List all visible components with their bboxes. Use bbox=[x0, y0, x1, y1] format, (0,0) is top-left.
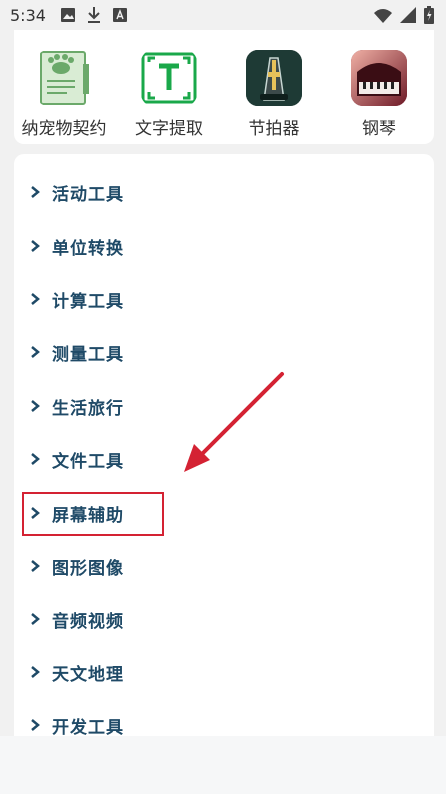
category-item-astronomy-geography[interactable]: 天文地理 bbox=[14, 652, 434, 692]
image-icon bbox=[60, 7, 76, 23]
chevron-right-icon bbox=[28, 559, 42, 573]
download-icon bbox=[86, 7, 102, 23]
category-item-calculation-tools[interactable]: 计算工具 bbox=[14, 279, 434, 319]
a-badge-icon bbox=[112, 7, 128, 23]
status-bar: 5:34 bbox=[0, 0, 446, 30]
chevron-right-icon bbox=[28, 718, 42, 732]
metronome-icon bbox=[246, 50, 302, 106]
app-label: 钢琴 bbox=[362, 119, 396, 139]
bottom-area bbox=[0, 736, 446, 794]
category-item-measurement-tools[interactable]: 测量工具 bbox=[14, 332, 434, 372]
category-label: 图形图像 bbox=[52, 558, 124, 579]
category-label: 测量工具 bbox=[52, 344, 124, 365]
category-label: 生活旅行 bbox=[52, 398, 124, 419]
wifi-icon bbox=[374, 8, 392, 27]
signal-icon bbox=[400, 7, 416, 27]
category-label: 计算工具 bbox=[52, 291, 124, 312]
category-label: 活动工具 bbox=[52, 184, 124, 205]
category-item-file-tools[interactable]: 文件工具 bbox=[14, 439, 434, 479]
piano-icon bbox=[351, 50, 407, 106]
status-time: 5:34 bbox=[10, 5, 46, 25]
chevron-right-icon bbox=[28, 452, 42, 466]
chevron-right-icon bbox=[28, 292, 42, 306]
category-item-unit-conversion[interactable]: 单位转换 bbox=[14, 226, 434, 266]
category-label: 单位转换 bbox=[52, 238, 124, 259]
category-item-life-travel[interactable]: 生活旅行 bbox=[14, 386, 434, 426]
chevron-right-icon bbox=[28, 665, 42, 679]
chevron-right-icon bbox=[28, 185, 42, 199]
app-text-extract[interactable]: 文字提取 bbox=[119, 50, 219, 139]
pet-contract-icon bbox=[36, 50, 92, 106]
category-item-screen-assist[interactable]: 屏幕辅助 bbox=[14, 493, 434, 533]
category-label: 屏幕辅助 bbox=[52, 505, 124, 526]
category-item-activity-tools[interactable]: 活动工具 bbox=[14, 172, 434, 212]
category-item-graphics-images[interactable]: 图形图像 bbox=[14, 546, 434, 586]
app-label: 文字提取 bbox=[135, 119, 203, 139]
app-label: 纳宠物契约 bbox=[21, 119, 107, 139]
chevron-right-icon bbox=[28, 239, 42, 253]
text-extract-icon bbox=[141, 50, 197, 106]
app-pet-contract[interactable]: 纳宠物契约 bbox=[14, 50, 114, 139]
chevron-right-icon bbox=[28, 345, 42, 359]
category-item-audio-video[interactable]: 音频视频 bbox=[14, 599, 434, 639]
chevron-right-icon bbox=[28, 612, 42, 626]
tool-category-list: 活动工具 单位转换 计算工具 测量工具 生活旅行 文件工具 屏幕辅助 图形图像 … bbox=[14, 154, 434, 744]
category-label: 音频视频 bbox=[52, 611, 124, 632]
category-label: 文件工具 bbox=[52, 451, 124, 472]
app-metronome[interactable]: 节拍器 bbox=[224, 50, 324, 139]
app-piano[interactable]: 钢琴 bbox=[329, 50, 429, 139]
category-label: 天文地理 bbox=[52, 664, 124, 685]
chevron-right-icon bbox=[28, 399, 42, 413]
app-label: 节拍器 bbox=[248, 119, 300, 139]
battery-charging-icon bbox=[424, 6, 434, 28]
category-label: 开发工具 bbox=[52, 717, 124, 738]
chevron-right-icon bbox=[28, 506, 42, 520]
recent-apps-card: 纳宠物契约 文字提取 节拍器 钢琴 bbox=[14, 30, 434, 144]
